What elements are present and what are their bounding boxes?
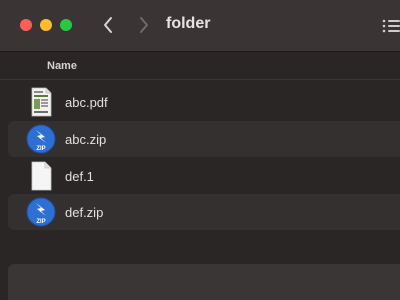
zip-archive-icon: ZIP	[26, 124, 56, 154]
close-button[interactable]	[20, 19, 32, 31]
file-row-def-zip[interactable]: ZIP def.zip	[8, 194, 400, 230]
file-name: def.zip	[65, 205, 104, 220]
zip-badge: ZIP	[36, 146, 45, 152]
zip-badge: ZIP	[36, 219, 45, 225]
window-title: folder	[166, 15, 211, 32]
minimize-button[interactable]	[40, 19, 52, 31]
chevron-left-icon	[104, 17, 112, 33]
blank-document-icon	[31, 161, 52, 191]
column-header: Name	[0, 52, 400, 80]
list-view-button[interactable]	[378, 17, 400, 35]
zip-archive-icon: ZIP	[26, 197, 56, 227]
file-name: abc.zip	[65, 132, 107, 147]
name-column-header[interactable]: Name	[47, 60, 77, 72]
back-button[interactable]	[97, 13, 119, 37]
title-bar: folder	[0, 0, 400, 52]
chevron-right-icon	[140, 17, 148, 33]
file-row-abc-zip[interactable]: ZIP abc.zip	[8, 121, 400, 157]
bottom-panel	[8, 264, 400, 300]
zoom-button[interactable]	[60, 19, 72, 31]
file-name: abc.pdf	[65, 95, 108, 110]
file-name: def.1	[65, 169, 94, 184]
file-row-def-1[interactable]: def.1	[8, 158, 400, 194]
list-view-icon	[382, 19, 400, 33]
pdf-document-icon	[31, 87, 52, 117]
file-row-abc-pdf[interactable]: abc.pdf	[8, 84, 400, 120]
finder-window: folder Name abc.pdf ZIP abc.zip def.1 ZI…	[0, 0, 400, 300]
forward-button[interactable]	[133, 13, 155, 37]
